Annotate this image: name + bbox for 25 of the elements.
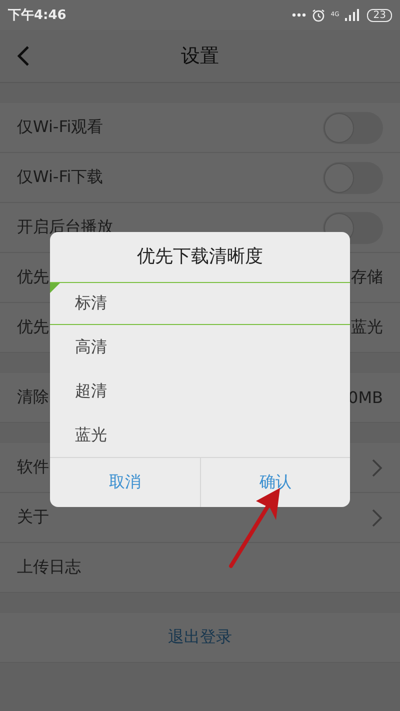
back-icon[interactable]	[16, 45, 30, 67]
row-value: 0MB	[348, 388, 383, 407]
row-label: 仅Wi-Fi观看	[17, 117, 104, 138]
row-label: 软件	[17, 457, 49, 478]
row-label: 清除	[17, 387, 49, 408]
row-value: 蓝光	[351, 317, 383, 338]
quality-option[interactable]: 高清	[50, 325, 350, 369]
alarm-icon	[312, 8, 325, 22]
signal-icon	[345, 9, 362, 21]
quality-option[interactable]: 标清	[50, 282, 350, 325]
more-icon	[292, 13, 306, 17]
row-label: 优先	[17, 317, 49, 338]
chevron-icon	[371, 458, 383, 478]
row-label: 优先	[17, 267, 49, 288]
battery-level: 23	[367, 8, 392, 22]
row-label: 仅Wi-Fi下载	[17, 167, 104, 188]
row-label: 关于	[17, 507, 49, 528]
status-time: 下午4:46	[8, 7, 66, 24]
dialog-title: 优先下载清晰度	[136, 245, 264, 269]
quality-option[interactable]: 蓝光	[50, 413, 350, 457]
row-value: 存储	[351, 267, 383, 288]
row-label: 上传日志	[17, 557, 81, 578]
page-title: 设置	[181, 44, 219, 69]
chevron-icon	[371, 508, 383, 528]
quality-option[interactable]: 超清	[50, 369, 350, 413]
